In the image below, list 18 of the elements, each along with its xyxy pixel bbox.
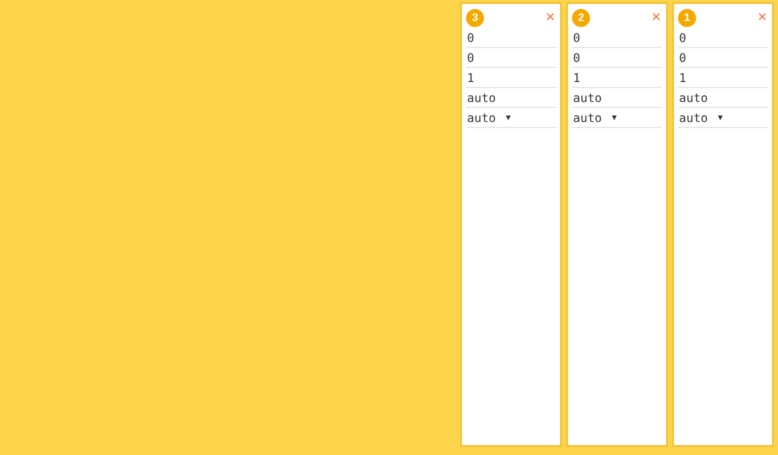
number-badge: 3: [466, 9, 484, 27]
input-field[interactable]: 1: [572, 68, 662, 88]
input-field[interactable]: 0: [466, 48, 556, 68]
input-field[interactable]: 0: [466, 28, 556, 48]
number-badge: 2: [572, 9, 590, 27]
select-field[interactable]: auto ▼: [466, 108, 556, 128]
input-field[interactable]: auto: [466, 88, 556, 108]
input-field[interactable]: 1: [678, 68, 768, 88]
input-field[interactable]: 0: [572, 48, 662, 68]
input-field[interactable]: auto: [572, 88, 662, 108]
number-badge: 1: [678, 9, 696, 27]
input-field[interactable]: 1: [466, 68, 556, 88]
input-field[interactable]: 0: [678, 48, 768, 68]
input-field[interactable]: 0: [572, 28, 662, 48]
select-field[interactable]: auto ▼: [572, 108, 662, 128]
input-field[interactable]: auto: [678, 88, 768, 108]
input-field[interactable]: 0: [678, 28, 768, 48]
select-field[interactable]: auto ▼: [678, 108, 768, 128]
